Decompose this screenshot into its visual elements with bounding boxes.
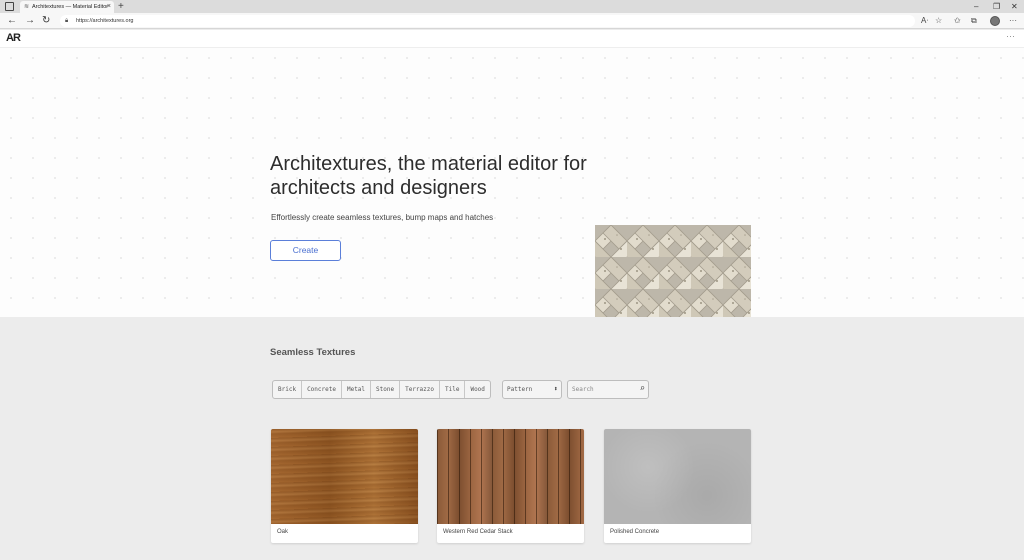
minimize-button[interactable]: – xyxy=(974,0,978,13)
select-arrows-icon: ⬍ xyxy=(553,385,558,393)
hero-section: Architextures, the material editor for a… xyxy=(0,48,1024,317)
concrete-texture-image xyxy=(604,429,751,524)
site-header: AR ··· xyxy=(0,30,1024,48)
browser-tab[interactable]: ≋ Architextures — Material Editor × xyxy=(20,1,114,13)
filter-wood-button[interactable]: Wood xyxy=(465,381,489,398)
texture-card-label: Polished Concrete xyxy=(610,529,660,535)
collections-icon[interactable]: ⧉ xyxy=(971,13,977,29)
back-arrow-icon[interactable]: ← xyxy=(7,13,17,29)
site-favicon-icon: ≋ xyxy=(24,4,30,10)
search-icon[interactable]: ⌕ xyxy=(640,381,645,398)
favorites-icon[interactable]: ✩ xyxy=(954,13,961,29)
more-icon[interactable]: ··· xyxy=(1009,13,1017,29)
search-placeholder: Search xyxy=(572,386,594,393)
filter-concrete-button[interactable]: Concrete xyxy=(302,381,342,398)
filter-stone-button[interactable]: Stone xyxy=(371,381,401,398)
filter-tile-button[interactable]: Tile xyxy=(440,381,466,398)
refresh-icon[interactable]: ↻ xyxy=(42,13,50,29)
hero-subtitle: Effortlessly create seamless textures, b… xyxy=(271,213,494,222)
lock-icon: 🔒︎ xyxy=(65,18,69,24)
texture-card-label: Western Red Cedar Stack xyxy=(443,529,513,535)
url-text: https://architextures.org xyxy=(76,18,134,24)
herringbone-texture-image xyxy=(595,225,751,317)
oak-texture-image xyxy=(271,429,418,524)
new-tab-button[interactable]: + xyxy=(118,0,124,13)
cedar-texture-image xyxy=(437,429,584,524)
hero-title: Architextures, the material editor for a… xyxy=(270,153,587,199)
texture-card-label: Oak xyxy=(277,529,289,535)
filter-metal-button[interactable]: Metal xyxy=(342,381,372,398)
read-aloud-icon[interactable]: Aᐧ xyxy=(921,13,928,29)
browser-tab-bar: ≋ Architextures — Material Editor × + – … xyxy=(0,0,1024,13)
pattern-select[interactable]: Pattern ⬍ xyxy=(502,380,562,399)
section-title: Seamless Textures xyxy=(270,347,356,358)
filter-terrazzo-button[interactable]: Terrazzo xyxy=(400,381,440,398)
browser-toolbar: ← → ↻ 🔒︎ https://architextures.org Aᐧ ☆ … xyxy=(0,13,1024,29)
tab-title: Architextures — Material Editor xyxy=(32,4,109,10)
restore-button[interactable]: ❐ xyxy=(993,0,1000,13)
texture-card-cedar[interactable]: Western Red Cedar Stack xyxy=(437,429,584,543)
tab-actions-icon[interactable] xyxy=(5,2,14,11)
close-window-button[interactable]: ✕ xyxy=(1011,0,1018,13)
site-logo[interactable]: AR xyxy=(6,32,21,44)
address-bar[interactable]: 🔒︎ https://architextures.org xyxy=(60,15,915,27)
forward-arrow-icon[interactable]: → xyxy=(25,13,35,29)
material-filter-group: Brick Concrete Metal Stone Terrazzo Tile… xyxy=(272,380,491,399)
menu-icon[interactable]: ··· xyxy=(1006,31,1015,41)
tab-close-icon[interactable]: × xyxy=(107,1,111,13)
pattern-select-value: Pattern xyxy=(507,386,533,393)
filter-brick-button[interactable]: Brick xyxy=(273,381,303,398)
favorite-add-icon[interactable]: ☆ xyxy=(935,13,942,29)
search-input[interactable]: Search ⌕ xyxy=(567,380,649,399)
texture-card-concrete[interactable]: Polished Concrete xyxy=(604,429,751,543)
texture-card-oak[interactable]: Oak xyxy=(271,429,418,543)
create-button[interactable]: Create xyxy=(270,240,341,261)
profile-icon[interactable] xyxy=(990,16,1000,26)
